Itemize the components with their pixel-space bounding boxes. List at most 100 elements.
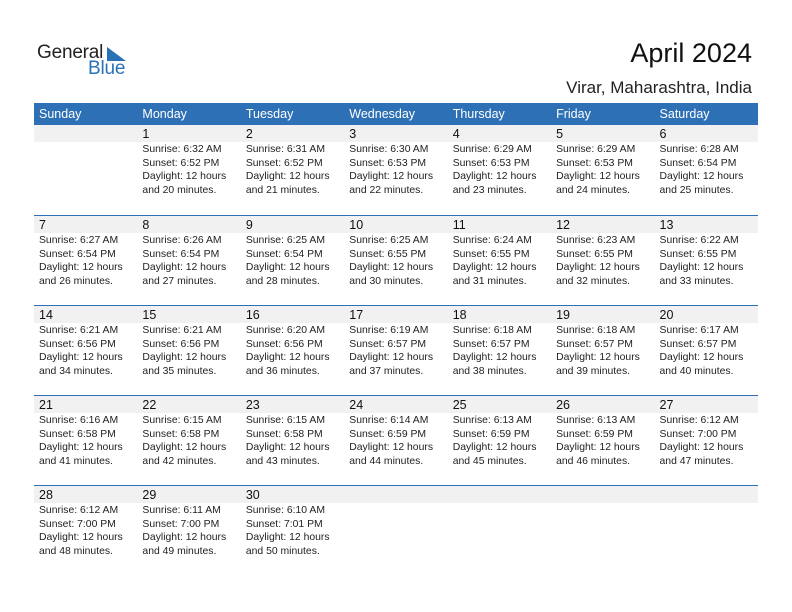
empty-day-cell: [448, 503, 551, 558]
sunset-time: Sunset: 6:55 PM: [349, 248, 427, 260]
weekday-wednesday: Wednesday: [349, 107, 416, 121]
sunrise-time: Sunrise: 6:31 AM: [245, 144, 325, 155]
day-number-strip: 21 22 23 24 25 26 27: [34, 396, 758, 413]
empty-day-cell: [551, 503, 654, 558]
daylight-duration: Daylight: 12 hours: [452, 442, 537, 454]
daylight-duration: and 22 minutes.: [349, 184, 424, 196]
daylight-duration: and 33 minutes.: [659, 275, 734, 287]
daylight-duration: and 45 minutes.: [452, 455, 527, 467]
day-cell: Sunrise: 6:21 AM Sunset: 6:56 PM Daylight:…: [34, 323, 137, 378]
daylight-duration: and 49 minutes.: [142, 545, 217, 557]
sunrise-time: Sunrise: 6:30 AM: [349, 144, 429, 155]
day-number: 30: [245, 488, 260, 502]
empty-day-cell: [655, 503, 758, 558]
daylight-duration: and 38 minutes.: [452, 365, 527, 377]
daylight-duration: Daylight: 12 hours: [659, 171, 744, 183]
day-number: 14: [39, 308, 53, 322]
daylight-duration: and 32 minutes.: [556, 275, 631, 287]
day-number: 27: [659, 398, 674, 412]
day-number: 3: [349, 127, 357, 141]
sunrise-time: Sunrise: 6:13 AM: [452, 415, 532, 426]
sunrise-time: Sunrise: 6:19 AM: [349, 325, 429, 336]
day-number: 15: [142, 308, 157, 322]
daylight-duration: Daylight: 12 hours: [556, 262, 640, 274]
daylight-duration: and 21 minutes.: [245, 184, 320, 196]
day-cell: Sunrise: 6:31 AM Sunset: 6:52 PM Daylight:…: [241, 142, 344, 197]
sunset-time: Sunset: 6:59 PM: [556, 428, 633, 440]
daylight-duration: and 41 minutes.: [39, 455, 113, 467]
day-number: 1: [142, 127, 150, 141]
day-cell: Sunrise: 6:29 AM Sunset: 6:53 PM Daylight:…: [448, 142, 551, 197]
sunset-time: Sunset: 6:52 PM: [245, 157, 323, 169]
weeks-container: 1 2 3 4 5 6 Sunrise: 6:32 AM Sunset: 6:52 PM Day…: [34, 125, 758, 575]
day-number: 24: [349, 398, 364, 412]
weekday-thursday: Thursday: [452, 107, 505, 121]
sunset-time: Sunset: 6:56 PM: [142, 338, 220, 350]
day-number: 5: [556, 127, 564, 141]
sunrise-time: Sunrise: 6:11 AM: [142, 505, 221, 516]
day-details-row: Sunrise: 6:32 AM Sunset: 6:52 PM Daylight:…: [34, 142, 758, 197]
sunrise-time: Sunrise: 6:25 AM: [349, 235, 429, 246]
sunset-time: Sunset: 6:54 PM: [142, 248, 220, 260]
daylight-duration: Daylight: 12 hours: [452, 171, 537, 183]
daylight-duration: Daylight: 12 hours: [349, 352, 434, 364]
calendar: Sunday Monday Tuesday Wednesday Thursday…: [34, 103, 758, 575]
daylight-duration: Daylight: 12 hours: [142, 442, 227, 454]
empty-day: [344, 486, 447, 503]
sunrise-time: Sunrise: 6:29 AM: [452, 144, 532, 155]
day-cell: Sunrise: 6:13 AM Sunset: 6:59 PM Daylight:…: [551, 413, 654, 468]
sunset-time: Sunset: 6:58 PM: [39, 428, 116, 440]
week-row: 21 22 23 24 25 26 27 Sunrise: 6:16 AM Sunset: 6:…: [34, 395, 758, 485]
sunset-time: Sunset: 6:56 PM: [245, 338, 323, 350]
day-details-row: Sunrise: 6:16 AM Sunset: 6:58 PM Daylight:…: [34, 413, 758, 468]
day-cell: Sunrise: 6:12 AM Sunset: 7:00 PM Daylight:…: [34, 503, 137, 558]
day-number: 26: [556, 398, 571, 412]
sunset-time: Sunset: 6:53 PM: [452, 157, 530, 169]
daylight-duration: Daylight: 12 hours: [349, 262, 434, 274]
daylight-duration: Daylight: 12 hours: [349, 171, 434, 183]
day-cell: Sunrise: 6:23 AM Sunset: 6:55 PM Daylight:…: [551, 233, 654, 288]
week-row: 28 29 30 Sunrise: 6:12 AM Sunset: 7:00 PM Day…: [34, 485, 758, 575]
empty-day: [34, 125, 137, 142]
daylight-duration: Daylight: 12 hours: [452, 262, 537, 274]
sunrise-time: Sunrise: 6:16 AM: [39, 415, 119, 426]
sunset-time: Sunset: 6:55 PM: [452, 248, 530, 260]
sunset-time: Sunset: 6:59 PM: [452, 428, 530, 440]
day-number: 23: [245, 398, 260, 412]
sunset-time: Sunset: 6:54 PM: [659, 157, 737, 169]
daylight-duration: Daylight: 12 hours: [142, 171, 227, 183]
sunrise-time: Sunrise: 6:10 AM: [245, 505, 325, 516]
day-cell: Sunrise: 6:12 AM Sunset: 7:00 PM Daylight:…: [655, 413, 758, 468]
daylight-duration: and 31 minutes.: [452, 275, 527, 287]
daylight-duration: Daylight: 12 hours: [245, 442, 330, 454]
sunrise-time: Sunrise: 6:32 AM: [142, 144, 222, 155]
sunrise-time: Sunrise: 6:15 AM: [245, 415, 325, 426]
sunset-time: Sunset: 6:54 PM: [39, 248, 116, 260]
empty-day: [551, 486, 654, 503]
day-number: 4: [452, 127, 460, 141]
sunset-time: Sunset: 6:54 PM: [245, 248, 323, 260]
sunset-time: Sunset: 6:57 PM: [659, 338, 737, 350]
day-number: 10: [349, 218, 364, 232]
empty-day: [448, 486, 551, 503]
daylight-duration: Daylight: 12 hours: [556, 442, 640, 454]
day-number: 7: [39, 218, 46, 232]
daylight-duration: Daylight: 12 hours: [245, 171, 330, 183]
sunrise-time: Sunrise: 6:20 AM: [245, 325, 325, 336]
daylight-duration: and 28 minutes.: [245, 275, 320, 287]
weekday-friday: Friday: [556, 107, 591, 121]
daylight-duration: and 42 minutes.: [142, 455, 217, 467]
day-cell: Sunrise: 6:27 AM Sunset: 6:54 PM Daylight:…: [34, 233, 137, 288]
day-number: 8: [142, 218, 150, 232]
day-number: 13: [659, 218, 674, 232]
day-cell: Sunrise: 6:26 AM Sunset: 6:54 PM Daylight:…: [137, 233, 240, 288]
day-cell: Sunrise: 6:18 AM Sunset: 6:57 PM Daylight:…: [448, 323, 551, 378]
day-number: 2: [245, 127, 253, 141]
empty-day-cell: [34, 142, 137, 197]
day-cell: Sunrise: 6:13 AM Sunset: 6:59 PM Daylight:…: [448, 413, 551, 468]
sunrise-time: Sunrise: 6:27 AM: [39, 235, 119, 246]
daylight-duration: and 44 minutes.: [349, 455, 424, 467]
weekday-tuesday: Tuesday: [245, 107, 294, 121]
day-cell: Sunrise: 6:32 AM Sunset: 6:52 PM Daylight:…: [137, 142, 240, 197]
daylight-duration: Daylight: 12 hours: [452, 352, 537, 364]
